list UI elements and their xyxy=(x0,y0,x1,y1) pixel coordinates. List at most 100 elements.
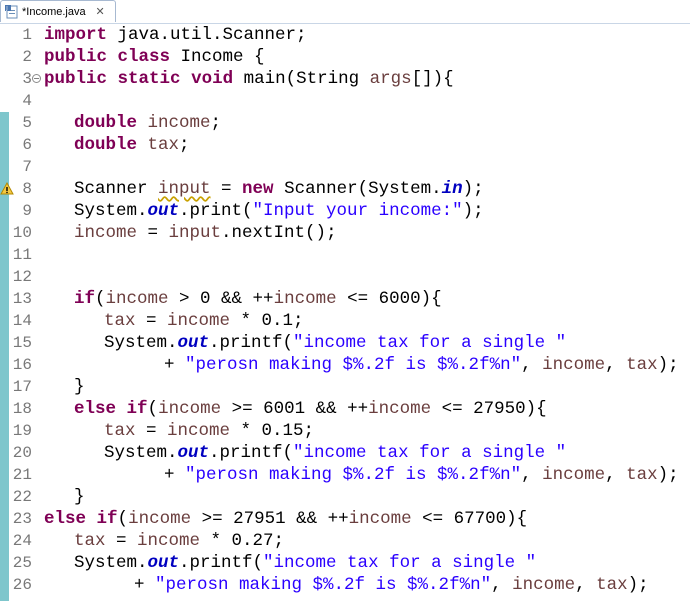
code-line[interactable]: 16 + "perosn making $%.2f is $%.2f%n", in… xyxy=(0,354,690,376)
code-token: = xyxy=(210,178,243,199)
code-line[interactable]: 5 double income; xyxy=(0,112,690,134)
line-number: 11 xyxy=(12,245,32,264)
code-token: tax xyxy=(104,420,136,441)
line-number: 18 xyxy=(12,399,32,418)
line-number: 6 xyxy=(22,135,32,154)
warning-icon[interactable] xyxy=(0,181,14,197)
code-line[interactable]: 15 System.out.printf("income tax for a si… xyxy=(0,332,690,354)
code-token: out xyxy=(147,552,180,573)
code-token: = xyxy=(105,530,138,551)
code-token: ( xyxy=(147,398,159,419)
code-line[interactable]: 22} xyxy=(0,486,690,508)
code-token: , xyxy=(491,574,513,595)
code-token: * 0.1; xyxy=(230,310,304,331)
java-file-icon: J xyxy=(5,4,19,19)
code-token: ; xyxy=(179,134,190,155)
line-number: 1 xyxy=(22,25,32,44)
code-token: income xyxy=(105,288,169,309)
code-line[interactable]: 12 xyxy=(0,266,690,288)
code-token: out xyxy=(177,332,210,353)
code-token: > 0 && ++ xyxy=(168,288,274,309)
code-token: * 0.27; xyxy=(200,530,285,551)
code-token: public xyxy=(44,68,108,89)
line-number: 7 xyxy=(22,157,32,176)
code-line[interactable]: 4 xyxy=(0,90,690,112)
code-token: ( xyxy=(117,508,129,529)
code-line[interactable]: 24 tax = income * 0.27; xyxy=(0,530,690,552)
code-token: , xyxy=(605,354,627,375)
code-token: in xyxy=(441,178,463,199)
code-token: System. xyxy=(104,442,178,463)
code-line[interactable]: 14 tax = income * 0.1; xyxy=(0,310,690,332)
code-text: System.out.printf("income tax for a sing… xyxy=(104,332,566,354)
code-editor[interactable]: 1 import java.util.Scanner; 2 public class … xyxy=(0,24,690,601)
code-line[interactable]: 11 xyxy=(0,244,690,266)
code-line[interactable]: 10 income = input.nextInt(); xyxy=(0,222,690,244)
code-token: .printf( xyxy=(209,332,294,353)
code-line[interactable]: 8 Scanner input = new Scanner(System.in); xyxy=(0,178,690,200)
line-number: 16 xyxy=(12,355,32,374)
code-token: , xyxy=(521,354,543,375)
code-token: "perosn making $%.2f is $%.2f%n" xyxy=(155,574,492,595)
line-number: 3 xyxy=(22,69,32,88)
code-token: income xyxy=(368,398,432,419)
code-line[interactable]: 17} xyxy=(0,376,690,398)
code-token: income xyxy=(167,420,231,441)
code-token: ); xyxy=(657,354,679,375)
line-number: 25 xyxy=(12,553,32,572)
code-line[interactable]: 6 double tax; xyxy=(0,134,690,156)
line-number: 17 xyxy=(12,377,32,396)
code-line[interactable]: 1 import java.util.Scanner; xyxy=(0,24,690,46)
code-line[interactable]: 20 System.out.printf("income tax for a si… xyxy=(0,442,690,464)
close-icon[interactable]: ✕ xyxy=(95,6,106,18)
code-token: tax xyxy=(596,574,628,595)
code-line[interactable]: 19 tax = income * 0.15; xyxy=(0,420,690,442)
code-token: "income tax for a single " xyxy=(293,332,567,353)
code-line[interactable]: 21 + "perosn making $%.2f is $%.2f%n", in… xyxy=(0,464,690,486)
code-token: System. xyxy=(104,332,178,353)
code-token: "income tax for a single " xyxy=(293,442,567,463)
code-line[interactable]: 23 else if(income >= 27951 && ++income <=… xyxy=(0,508,690,530)
line-number: 15 xyxy=(12,333,32,352)
line-number: 9 xyxy=(22,201,32,220)
code-token: System. xyxy=(74,552,148,573)
code-token: ); xyxy=(462,178,484,199)
code-token: tax xyxy=(626,464,658,485)
code-token: System. xyxy=(74,200,148,221)
code-line[interactable]: 3− public static void main(String args[])… xyxy=(0,68,690,90)
code-line[interactable]: 9 System.out.print("Input your income:"); xyxy=(0,200,690,222)
line-number: 26 xyxy=(12,575,32,594)
code-token: income xyxy=(128,508,192,529)
code-line[interactable]: 7 xyxy=(0,156,690,178)
code-text: System.out.printf("income tax for a sing… xyxy=(104,442,566,464)
code-token: income xyxy=(348,508,412,529)
code-token: if xyxy=(96,508,118,529)
line-number: 13 xyxy=(12,289,32,308)
code-text: double income; xyxy=(74,112,221,134)
code-line[interactable]: 13 if(income > 0 && ++income <= 6000){ xyxy=(0,288,690,310)
code-token: new xyxy=(242,178,274,199)
fold-toggle-icon[interactable]: − xyxy=(32,73,41,83)
code-text: public class Income { xyxy=(44,46,265,68)
code-token: .nextInt(); xyxy=(221,222,337,243)
code-token: Income { xyxy=(170,46,265,67)
code-line[interactable]: 18 else if(income >= 6001 && ++income <= … xyxy=(0,398,690,420)
tab-income-java[interactable]: J *Income.java ✕ xyxy=(0,0,116,22)
code-token: "Input your income:" xyxy=(252,200,463,221)
code-line[interactable]: 26 + "perosn making $%.2f is $%.2f%n", in… xyxy=(0,574,690,596)
code-token: tax xyxy=(104,310,136,331)
code-token: []){ xyxy=(411,68,454,89)
code-line[interactable]: 25 System.out.printf("income tax for a si… xyxy=(0,552,690,574)
code-text: tax = income * 0.27; xyxy=(74,530,284,552)
code-token: + xyxy=(164,354,186,375)
code-token: <= 6000){ xyxy=(336,288,442,309)
code-token: >= 27951 && ++ xyxy=(191,508,349,529)
code-token: double xyxy=(74,134,138,155)
code-token: Scanner xyxy=(74,178,159,199)
code-token: = xyxy=(135,310,168,331)
code-token: , xyxy=(605,464,627,485)
code-line[interactable]: 2 public class Income { xyxy=(0,46,690,68)
